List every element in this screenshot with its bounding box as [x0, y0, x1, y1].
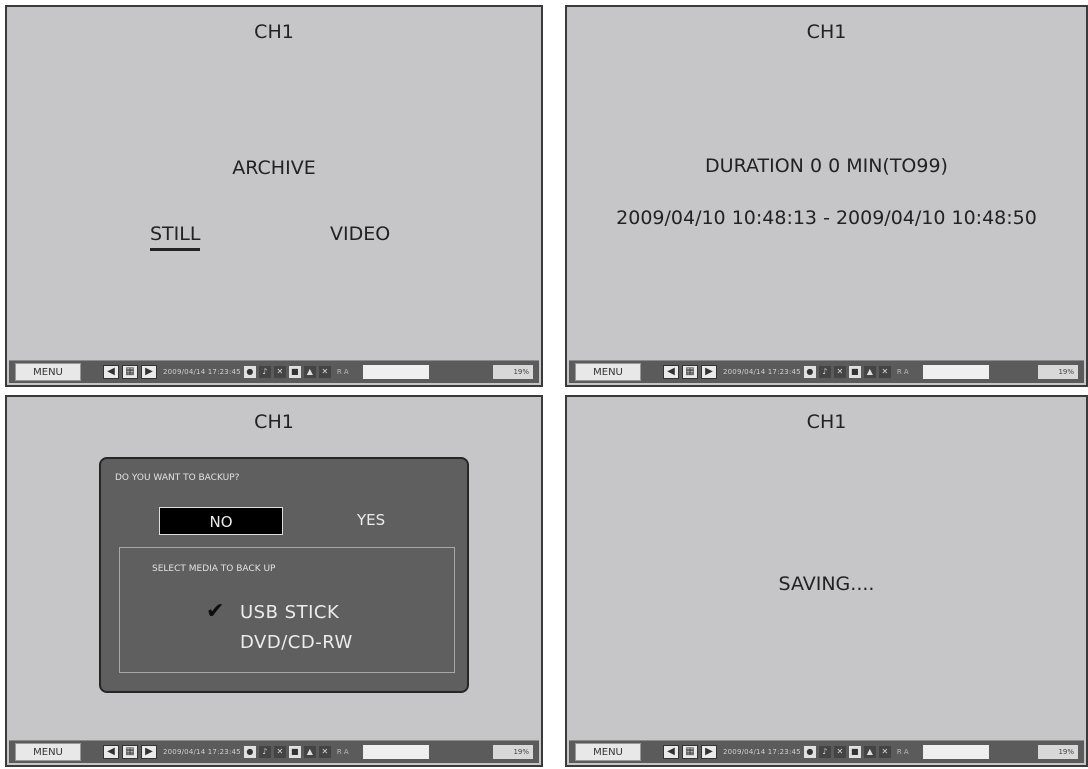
status-date: 2009/04/14 17:23:45 [723, 368, 801, 376]
menu-button[interactable]: MENU [15, 743, 81, 761]
sensor-icon: ✕ [878, 366, 891, 378]
arrow-left-icon[interactable]: ◀ [663, 745, 679, 759]
status-tiny-text: R A [896, 748, 909, 756]
alarm-icon: ■ [288, 746, 301, 758]
sensor-icon: ✕ [318, 366, 331, 378]
record-icon: ● [803, 746, 816, 758]
sensor-icon: ✕ [878, 746, 891, 758]
motion-icon: ✕ [833, 746, 846, 758]
hdd-percent: 19% [493, 745, 533, 759]
media-option-usb[interactable]: USB STICK [240, 602, 339, 623]
channel-label: CH1 [254, 411, 294, 433]
sensor-icon: ✕ [318, 746, 331, 758]
hdd-percent: 19% [1038, 365, 1078, 379]
checkmark-icon: ✔ [206, 599, 225, 624]
status-blank-field [362, 365, 429, 379]
alarm-icon: ■ [848, 746, 861, 758]
backup-question: DO YOU WANT TO BACKUP? [115, 473, 240, 483]
hdd-percent: 19% [1038, 745, 1078, 759]
status-tiny-text: R A [336, 368, 349, 376]
time-range-text: 2009/04/10 10:48:13 - 2009/04/10 10:48:5… [616, 207, 1037, 229]
record-icon: ● [803, 366, 816, 378]
status-blank-field [922, 745, 989, 759]
backup-screen: CH1 DO YOU WANT TO BACKUP? NO YES SELECT… [5, 395, 543, 767]
arrow-right-icon[interactable]: ▶ [141, 745, 157, 759]
status-bar: MENU ◀ ▦ ▶ 2009/04/14 17:23:45 ● ♪ ✕ ■ ▲… [569, 740, 1084, 763]
audio-icon: ♪ [258, 746, 271, 758]
status-bar: MENU ◀ ▦ ▶ 2009/04/14 17:23:45 ● ♪ ✕ ■ ▲… [9, 740, 539, 763]
network-icon: ▲ [303, 746, 316, 758]
backup-dialog: DO YOU WANT TO BACKUP? NO YES SELECT MED… [99, 457, 469, 693]
channel-label: CH1 [806, 411, 847, 433]
channel-label: CH1 [254, 21, 294, 43]
status-date: 2009/04/14 17:23:45 [163, 748, 241, 756]
media-select-title: SELECT MEDIA TO BACK UP [152, 564, 276, 574]
arrow-right-icon[interactable]: ▶ [701, 365, 717, 379]
arrow-left-icon[interactable]: ◀ [103, 745, 119, 759]
status-bar: MENU ◀ ▦ ▶ 2009/04/14 17:23:45 ● ♪ ✕ ■ ▲… [569, 360, 1084, 383]
audio-icon: ♪ [818, 366, 831, 378]
motion-icon: ✕ [833, 366, 846, 378]
saving-message: SAVING.... [778, 573, 875, 595]
audio-icon: ♪ [818, 746, 831, 758]
grid-icon[interactable]: ▦ [122, 745, 138, 759]
alarm-icon: ■ [848, 366, 861, 378]
status-blank-field [922, 365, 989, 379]
channel-label: CH1 [806, 21, 847, 43]
grid-icon[interactable]: ▦ [682, 745, 698, 759]
saving-screen: CH1 SAVING.... MENU ◀ ▦ ▶ 2009/04/14 17:… [565, 395, 1088, 767]
media-option-dvd[interactable]: DVD/CD-RW [240, 632, 353, 653]
status-tiny-text: R A [336, 748, 349, 756]
status-date: 2009/04/14 17:23:45 [723, 748, 801, 756]
motion-icon: ✕ [273, 366, 286, 378]
audio-icon: ♪ [258, 366, 271, 378]
duration-text: DURATION 0 0 MIN(TO99) [705, 155, 948, 177]
arrow-right-icon[interactable]: ▶ [141, 365, 157, 379]
menu-button[interactable]: MENU [575, 743, 641, 761]
status-blank-field [362, 745, 429, 759]
dvr-screens-grid: CH1 ARCHIVE STILL VIDEO MENU ◀ ▦ ▶ 2009/… [0, 0, 1088, 769]
arrow-left-icon[interactable]: ◀ [663, 365, 679, 379]
status-bar: MENU ◀ ▦ ▶ 2009/04/14 17:23:45 ● ♪ ✕ ■ ▲… [9, 360, 539, 383]
network-icon: ▲ [863, 746, 876, 758]
network-icon: ▲ [863, 366, 876, 378]
yes-button[interactable]: YES [357, 511, 385, 529]
hdd-percent: 19% [493, 365, 533, 379]
archive-screen: CH1 ARCHIVE STILL VIDEO MENU ◀ ▦ ▶ 2009/… [5, 5, 543, 387]
menu-button[interactable]: MENU [15, 363, 81, 381]
record-icon: ● [243, 746, 256, 758]
grid-icon[interactable]: ▦ [682, 365, 698, 379]
archive-heading: ARCHIVE [232, 157, 316, 179]
media-select-box: SELECT MEDIA TO BACK UP ✔ USB STICK DVD/… [119, 547, 455, 673]
motion-icon: ✕ [273, 746, 286, 758]
still-option[interactable]: STILL [150, 223, 201, 251]
video-option[interactable]: VIDEO [330, 223, 390, 245]
arrow-left-icon[interactable]: ◀ [103, 365, 119, 379]
network-icon: ▲ [303, 366, 316, 378]
grid-icon[interactable]: ▦ [122, 365, 138, 379]
arrow-right-icon[interactable]: ▶ [701, 745, 717, 759]
menu-button[interactable]: MENU [575, 363, 641, 381]
status-tiny-text: R A [896, 368, 909, 376]
duration-screen: CH1 DURATION 0 0 MIN(TO99) 2009/04/10 10… [565, 5, 1088, 387]
record-icon: ● [243, 366, 256, 378]
no-button[interactable]: NO [159, 507, 283, 535]
alarm-icon: ■ [288, 366, 301, 378]
status-date: 2009/04/14 17:23:45 [163, 368, 241, 376]
